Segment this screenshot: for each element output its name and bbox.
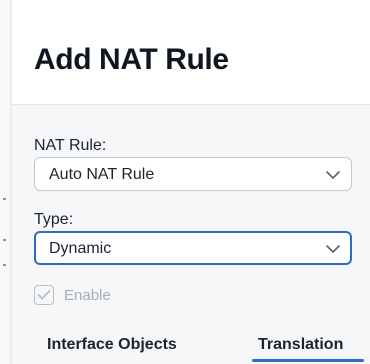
- dialog-tabs: Interface Objects Translation: [12, 326, 370, 364]
- dialog-header: Add NAT Rule: [12, 0, 370, 105]
- enable-checkbox[interactable]: [34, 285, 54, 305]
- background-window-shadow: [0, 0, 10, 364]
- nat-rule-label: NAT Rule:: [34, 137, 107, 154]
- background-window-edge: [0, 0, 12, 364]
- type-select[interactable]: Dynamic: [34, 231, 352, 265]
- nat-rule-select[interactable]: Auto NAT Rule: [34, 157, 352, 191]
- type-label: Type:: [34, 211, 74, 228]
- type-selected-value: Dynamic: [49, 240, 112, 257]
- chevron-down-icon: [326, 245, 340, 253]
- nat-rule-selected-value: Auto NAT Rule: [49, 166, 155, 183]
- active-tab-indicator: [252, 359, 364, 362]
- background-mark: [3, 239, 6, 241]
- add-nat-rule-dialog: Add NAT Rule NAT Rule: Auto NAT Rule Typ…: [12, 0, 370, 364]
- tab-interface-objects[interactable]: Interface Objects: [47, 336, 177, 354]
- background-mark: [3, 264, 6, 266]
- chevron-down-icon: [326, 171, 340, 179]
- tab-translation[interactable]: Translation: [258, 336, 343, 354]
- enable-label: Enable: [64, 287, 111, 304]
- background-mark: [3, 198, 6, 200]
- dialog-title: Add NAT Rule: [34, 43, 229, 76]
- checkmark-icon: [37, 290, 51, 300]
